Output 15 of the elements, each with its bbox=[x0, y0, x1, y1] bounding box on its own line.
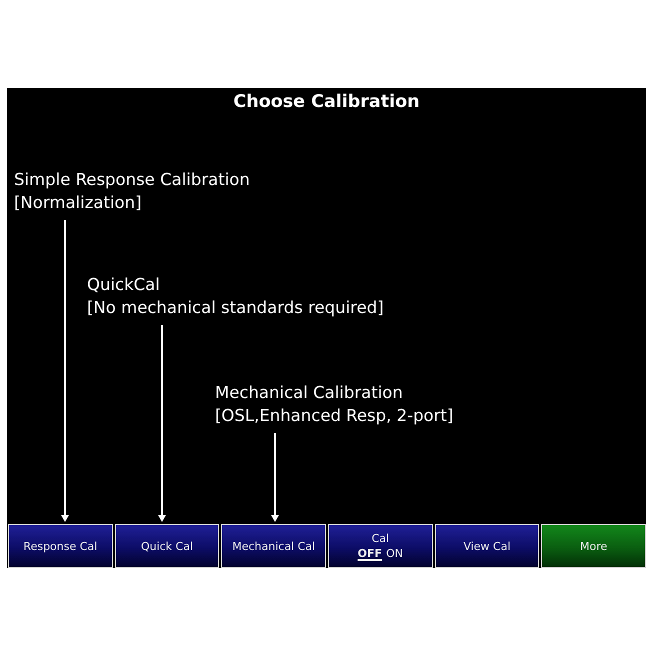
callout-title: Mechanical Calibration bbox=[215, 382, 403, 404]
callout-detail: [No mechanical standards required] bbox=[87, 297, 384, 319]
toggle-option: ON bbox=[386, 546, 403, 561]
callout-title: QuickCal bbox=[87, 274, 160, 296]
toggle-option: OFF bbox=[358, 546, 382, 561]
softkey-button[interactable]: Mechanical Cal bbox=[221, 524, 326, 568]
softkey-button[interactable]: View Cal bbox=[434, 524, 540, 568]
screen-title: Choose Calibration bbox=[233, 92, 420, 112]
softkey-button[interactable]: Response Cal bbox=[8, 524, 113, 568]
callout-detail: [Normalization] bbox=[14, 192, 142, 214]
softkey-button[interactable]: More bbox=[541, 524, 646, 568]
callout-title: Simple Response Calibration bbox=[14, 169, 250, 191]
callout-detail: [OSL,Enhanced Resp, 2-port] bbox=[215, 405, 454, 427]
softkey-button[interactable]: Quick Cal bbox=[114, 524, 220, 568]
softkey-button[interactable]: Cal OFF ON bbox=[328, 524, 433, 568]
